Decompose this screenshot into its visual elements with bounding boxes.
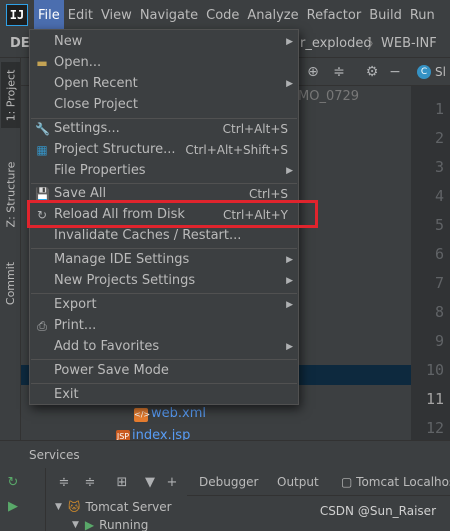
breadcrumb-exploded[interactable]: r_exploded [300, 36, 372, 51]
breadcrumb-web-inf[interactable]: WEB-INF [381, 36, 437, 51]
tool-window-project[interactable]: 1: Project [1, 62, 20, 128]
tool-window-commit[interactable]: Commit [1, 258, 20, 308]
class-icon: C [417, 65, 431, 79]
tomcat-icon: 🐱 [67, 500, 81, 514]
submenu-arrow-icon: ▶ [286, 165, 293, 176]
line-number: 8 [434, 303, 444, 321]
menu-item-project-structure[interactable]: ▦ Project Structure... Ctrl+Alt+Shift+S [30, 139, 298, 160]
hide-icon[interactable]: − [386, 63, 404, 81]
menu-item-power-save-mode[interactable]: Power Save Mode [30, 360, 298, 381]
submenu-arrow-icon: ▶ [286, 254, 293, 265]
collapse-all-icon[interactable]: ≑ [81, 474, 99, 492]
menu-item-open-recent[interactable]: Open Recent ▶ [30, 73, 298, 94]
services-title: Services [29, 448, 80, 462]
line-number: 3 [434, 158, 444, 176]
menu-item-file-properties[interactable]: File Properties ▶ [30, 160, 298, 181]
tree-item-partial[interactable]: MO_0729 [298, 89, 359, 104]
tree-item-tomcat-server[interactable]: ▼ 🐱 Tomcat Server [55, 500, 172, 514]
locate-icon[interactable]: ⊕ [304, 63, 322, 81]
menu-run[interactable]: Run [406, 0, 439, 30]
save-icon: 💾 [35, 186, 50, 201]
menu-item-invalidate-caches[interactable]: Invalidate Caches / Restart... [30, 225, 298, 246]
left-tool-strip: 1: Project Z: Structure Commit [0, 58, 21, 440]
intellij-logo-icon: IJ [6, 4, 28, 26]
menubar: IJ File Edit View Navigate Code Analyze … [0, 0, 450, 30]
submenu-arrow-icon: ▶ [286, 275, 293, 286]
editor-gutter: 1 2 3 4 5 6 7 8 9 10 11 12 [411, 58, 450, 440]
line-number: 6 [434, 245, 444, 263]
running-icon: ▶ [84, 518, 95, 531]
print-icon: ⎙ [37, 318, 47, 333]
refresh-icon[interactable]: ↻ [4, 474, 22, 492]
submenu-arrow-icon: ▶ [286, 36, 293, 47]
editor-tab-strip: C Sl [411, 58, 450, 86]
tab-debugger[interactable]: Debugger [199, 475, 258, 489]
add-icon[interactable]: + [163, 474, 181, 492]
menu-item-new-projects-settings[interactable]: New Projects Settings ▶ [30, 270, 298, 291]
menu-item-close-project[interactable]: Close Project [30, 94, 298, 115]
line-number: 4 [434, 187, 444, 205]
menu-analyze[interactable]: Analyze [243, 0, 302, 30]
menu-item-manage-ide-settings[interactable]: Manage IDE Settings ▶ [30, 249, 298, 270]
menu-item-open[interactable]: ▬ Open... [30, 52, 298, 73]
tab-tomcat-localhost[interactable]: ▢ Tomcat Localhost [341, 475, 450, 489]
project-structure-icon: ▦ [36, 142, 48, 157]
line-number: 12 [425, 419, 444, 437]
wrench-icon: 🔧 [35, 121, 50, 136]
editor-tab[interactable]: C Sl [417, 62, 446, 82]
line-number: 5 [434, 216, 444, 234]
group-icon[interactable]: ⊞ [113, 474, 131, 492]
annotation-highlight-box [27, 200, 318, 228]
line-number: 9 [434, 332, 444, 350]
submenu-arrow-icon: ▶ [286, 299, 293, 310]
tree-item-web-xml[interactable]: web.xml [151, 406, 206, 421]
collapse-all-icon[interactable]: ≑ [330, 63, 348, 81]
tab-output[interactable]: Output [277, 475, 319, 489]
project-name[interactable]: DE [10, 36, 30, 51]
xml-file-icon: </> [134, 408, 150, 422]
breadcrumb-separator: 〉 [367, 37, 381, 53]
menu-item-export[interactable]: Export ▶ [30, 294, 298, 315]
menu-item-print[interactable]: ⎙ Print... [30, 315, 298, 336]
menu-file[interactable]: File [34, 0, 64, 30]
chevron-down-icon: ▼ [72, 520, 79, 530]
submenu-arrow-icon: ▶ [286, 341, 293, 352]
tree-item-running[interactable]: ▼ ▶ Running [72, 518, 148, 531]
gear-icon[interactable]: ⚙ [363, 63, 381, 81]
menu-navigate[interactable]: Navigate [136, 0, 202, 30]
watermark: CSDN @Sun_Raiser [319, 504, 436, 518]
menu-code[interactable]: Code [202, 0, 243, 30]
line-number: 7 [434, 274, 444, 292]
menu-item-add-to-favorites[interactable]: Add to Favorites ▶ [30, 336, 298, 357]
line-number: 1 [434, 100, 444, 118]
services-header: Services [0, 440, 450, 468]
current-line-number: 11 [425, 390, 444, 408]
services-side-toolbar: ↻ ▶ [0, 468, 46, 531]
tool-window-structure[interactable]: Z: Structure [1, 150, 20, 238]
line-number: 10 [425, 361, 444, 379]
chevron-down-icon: ▼ [55, 502, 62, 512]
run-icon[interactable]: ▶ [4, 498, 22, 516]
menu-build[interactable]: Build [365, 0, 406, 30]
menu-edit[interactable]: Edit [64, 0, 97, 30]
menu-item-exit[interactable]: Exit [30, 384, 298, 405]
expand-all-icon[interactable]: ≑ [55, 474, 73, 492]
services-tabs: Debugger Output ▢ Tomcat Localhost [187, 468, 450, 496]
folder-icon: ▬ [36, 55, 48, 70]
submenu-arrow-icon: ▶ [286, 78, 293, 89]
menu-refactor[interactable]: Refactor [303, 0, 366, 30]
line-number: 2 [434, 129, 444, 147]
menu-item-settings[interactable]: 🔧 Settings... Ctrl+Alt+S [30, 118, 298, 139]
menu-item-new[interactable]: New ▶ [30, 31, 298, 52]
filter-icon[interactable]: ▼ [141, 474, 159, 492]
menu-view[interactable]: View [97, 0, 136, 30]
